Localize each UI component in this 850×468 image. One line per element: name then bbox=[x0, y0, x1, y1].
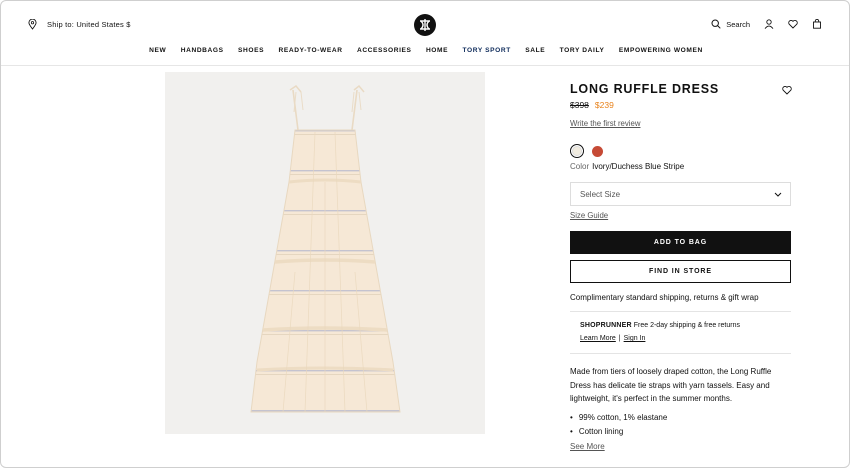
learn-more-link[interactable]: Learn More bbox=[580, 335, 616, 342]
main-navigation: NEW HANDBAGS SHOES READY-TO-WEAR ACCESSO… bbox=[1, 47, 849, 54]
dress-illustration bbox=[250, 84, 401, 413]
ship-to-selector[interactable]: Ship to: United States $ bbox=[28, 19, 131, 30]
nav-item-empowering-women[interactable]: EMPOWERING WOMEN bbox=[612, 47, 710, 54]
feature-item: 99% cotton, 1% elastane bbox=[570, 411, 668, 425]
nav-item-handbags[interactable]: HANDBAGS bbox=[174, 47, 231, 54]
write-review-link[interactable]: Write the first review bbox=[570, 119, 640, 128]
search-label: Search bbox=[726, 19, 750, 29]
swatch-ivory-selected[interactable] bbox=[570, 144, 584, 158]
size-guide-link[interactable]: Size Guide bbox=[570, 211, 608, 220]
shipping-note: Complimentary standard shipping, returns… bbox=[570, 293, 759, 302]
product-description: Made from tiers of loosely draped cotton… bbox=[570, 367, 772, 403]
product-price: $398 $239 bbox=[570, 100, 614, 110]
ship-to-label: Ship to: United States $ bbox=[47, 20, 131, 29]
shoprunner-links: Learn More | Sign In bbox=[580, 335, 645, 342]
color-value: Ivory/Duchess Blue Stripe bbox=[592, 162, 685, 171]
find-in-store-button[interactable]: FIND IN STORE bbox=[570, 260, 791, 283]
shoprunner-text: Free 2-day shipping & free returns bbox=[633, 322, 740, 329]
link-separator: | bbox=[618, 335, 621, 342]
color-swatches bbox=[570, 144, 603, 158]
feature-item: Cotton lining bbox=[570, 425, 667, 439]
shopping-bag-icon[interactable] bbox=[812, 19, 822, 29]
nav-item-new[interactable]: NEW bbox=[142, 47, 174, 54]
sign-in-link[interactable]: Sign In bbox=[624, 335, 646, 342]
size-select[interactable]: Select Size bbox=[570, 182, 791, 206]
nav-item-tory-daily[interactable]: TORY DAILY bbox=[552, 47, 611, 54]
nav-item-accessories[interactable]: ACCESSORIES bbox=[350, 47, 419, 54]
nav-item-shoes[interactable]: SHOES bbox=[231, 47, 271, 54]
chevron-down-icon bbox=[774, 192, 782, 197]
shoprunner-brand: SHOPRUNNER bbox=[580, 322, 632, 329]
nav-item-home[interactable]: HOME bbox=[419, 47, 456, 54]
nav-item-ready-to-wear[interactable]: READY-TO-WEAR bbox=[271, 47, 349, 54]
search-icon bbox=[711, 19, 721, 29]
sale-price: $239 bbox=[594, 100, 614, 110]
tory-logo-icon bbox=[420, 19, 430, 31]
swatch-red[interactable] bbox=[592, 145, 603, 157]
account-icon[interactable] bbox=[764, 19, 774, 29]
search-button[interactable]: Search bbox=[711, 19, 750, 29]
section-divider bbox=[570, 311, 791, 312]
add-to-bag-button[interactable]: ADD TO BAG bbox=[570, 231, 791, 254]
header-divider bbox=[1, 65, 849, 66]
product-image[interactable] bbox=[165, 72, 485, 434]
nav-item-tory-sport[interactable]: TORY SPORT bbox=[455, 47, 518, 54]
section-divider bbox=[570, 353, 791, 354]
original-price: $398 bbox=[570, 100, 589, 110]
brand-logo[interactable] bbox=[414, 14, 436, 36]
location-pin-icon bbox=[28, 19, 37, 30]
selected-color: Color Ivory/Duchess Blue Stripe bbox=[570, 162, 684, 171]
product-title: LONG RUFFLE DRESS bbox=[570, 82, 720, 96]
nav-item-sale[interactable]: SALE bbox=[518, 47, 552, 54]
product-features: 99% cotton, 1% elastane Cotton lining bbox=[570, 411, 668, 439]
add-to-wishlist-heart-icon[interactable] bbox=[782, 85, 792, 95]
wishlist-icon[interactable] bbox=[788, 19, 798, 29]
browser-frame: Ship to: United States $ Search NEW HAND… bbox=[0, 0, 850, 468]
header-utilities: Search bbox=[711, 19, 822, 29]
see-more-link[interactable]: See More bbox=[570, 442, 605, 451]
size-select-placeholder: Select Size bbox=[580, 190, 621, 199]
color-label: Color bbox=[570, 162, 590, 171]
shoprunner-banner: SHOPRUNNER Free 2-day shipping & free re… bbox=[580, 322, 740, 329]
